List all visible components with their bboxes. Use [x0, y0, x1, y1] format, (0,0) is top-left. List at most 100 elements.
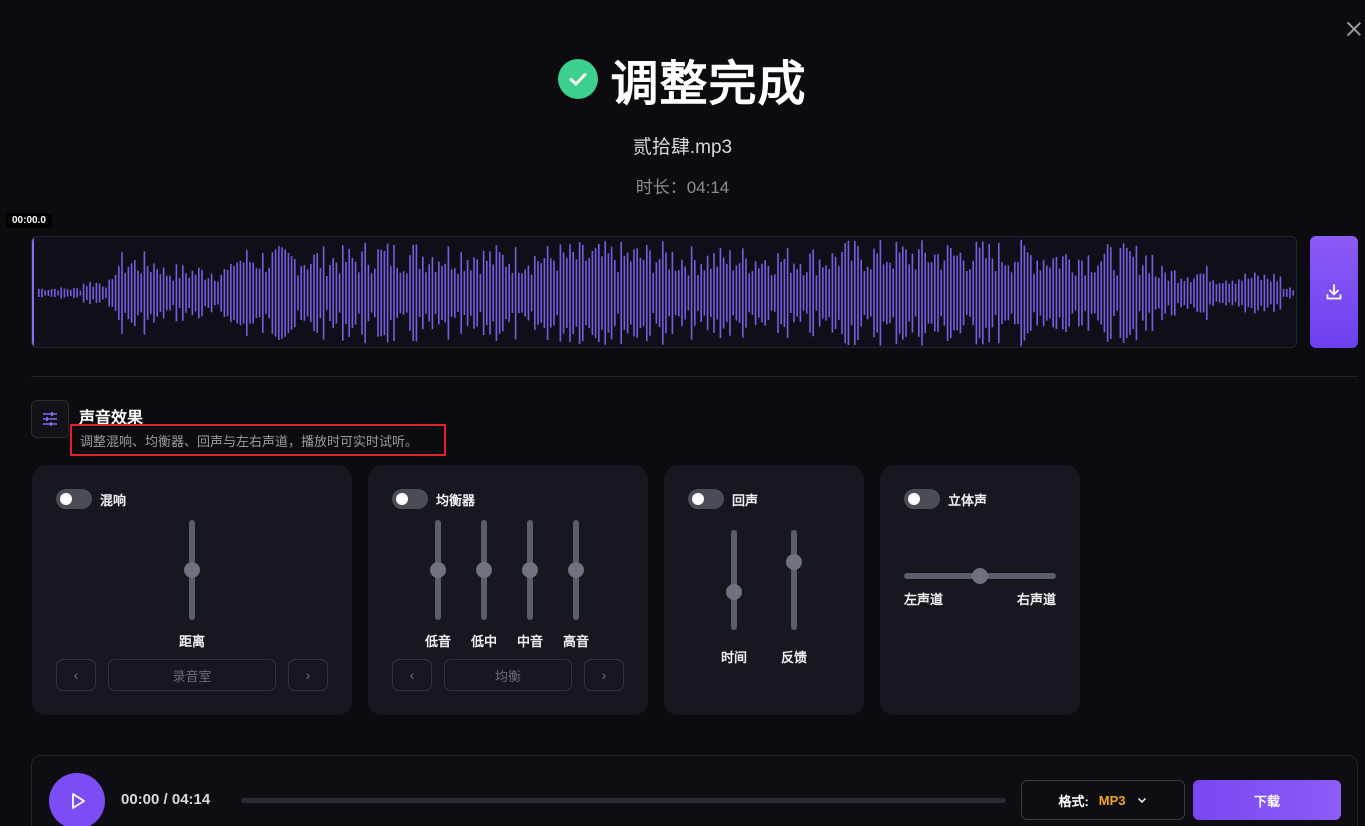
waveform-bar [1142, 265, 1144, 321]
waveform-bar [790, 272, 792, 313]
reverb-distance-slider[interactable] [184, 520, 200, 620]
waveform-bar [249, 262, 251, 324]
waveform-bar [1001, 262, 1003, 324]
waveform-bar [1257, 275, 1259, 311]
waveform-bar [601, 256, 603, 330]
waveform-bar [722, 257, 725, 329]
waveform-bar [79, 290, 82, 296]
waveform-bars [38, 239, 1294, 347]
waveform-bar [815, 275, 818, 311]
waveform-bar [329, 265, 331, 322]
waveform-bar [473, 257, 475, 329]
slider-knob[interactable] [568, 562, 584, 578]
waveform-bar [642, 259, 645, 327]
waveform-bar [447, 246, 450, 340]
eq-next-button[interactable]: › [584, 659, 624, 691]
stereo-balance-slider[interactable] [904, 568, 1056, 584]
format-select[interactable]: 格式: MP3 [1021, 780, 1185, 820]
waveform-bar [1014, 261, 1016, 325]
playback-progress[interactable] [241, 798, 1006, 803]
echo-time-slider[interactable] [726, 530, 742, 630]
waveform-bar [73, 287, 75, 299]
waveform-bar [140, 273, 142, 313]
waveform-bar [377, 249, 379, 337]
eq-band-slider-treble[interactable] [568, 520, 584, 620]
waveform-bar [758, 268, 760, 318]
waveform-bar [1225, 280, 1227, 306]
waveform-bar [1199, 273, 1202, 313]
waveform-bar [1058, 268, 1061, 318]
reverb-card: 混响 距离 ‹ 录音室 › [32, 465, 352, 715]
waveform-bar [521, 273, 523, 313]
waveform-bar [406, 273, 408, 313]
play-icon [72, 793, 85, 809]
slider-knob[interactable] [476, 562, 492, 578]
download-side-button[interactable] [1310, 236, 1358, 348]
waveform-bar [793, 263, 795, 323]
eq-band-slider-low-mid[interactable] [476, 520, 492, 620]
slider-knob[interactable] [972, 568, 988, 584]
playhead-time-tooltip: 00:00.0 [6, 213, 52, 228]
playhead[interactable] [32, 237, 34, 347]
waveform-bar [898, 252, 901, 334]
waveform-bar [658, 259, 661, 327]
waveform-bar [319, 267, 322, 319]
waveform-bar [1017, 261, 1019, 324]
waveform-bar [460, 252, 462, 334]
echo-feedback-slider[interactable] [786, 530, 802, 630]
waveform-bar [882, 264, 885, 322]
waveform-bar [1167, 280, 1170, 306]
eq-prev-button[interactable]: ‹ [392, 659, 432, 691]
waveform-bar [198, 267, 200, 319]
eq-band-slider-mid[interactable] [522, 520, 538, 620]
waveform-bar [870, 269, 872, 317]
download-button[interactable]: 下载 [1193, 780, 1341, 820]
reverb-preset: 录音室 [108, 659, 276, 691]
play-button[interactable] [49, 773, 105, 826]
eq-band-slider-bass[interactable] [430, 520, 446, 620]
slider-knob[interactable] [184, 562, 200, 578]
reverb-toggle[interactable] [56, 489, 92, 509]
stereo-toggle[interactable] [904, 489, 940, 509]
waveform-bar [566, 257, 568, 328]
waveform-bar [338, 273, 341, 313]
waveform-bar [895, 241, 898, 345]
slider-knob[interactable] [726, 584, 742, 600]
waveform-bar [204, 279, 206, 307]
waveform-bar [726, 263, 728, 323]
waveform-bar [383, 250, 386, 336]
waveform-bar [114, 275, 117, 311]
waveform-bar [95, 283, 98, 303]
slider-knob[interactable] [522, 562, 538, 578]
slider-knob[interactable] [786, 554, 802, 570]
waveform[interactable] [31, 236, 1297, 348]
slider-knob[interactable] [430, 562, 446, 578]
waveform-bar [1010, 272, 1013, 314]
waveform-bar [492, 264, 494, 322]
waveform-bar [482, 250, 485, 336]
waveform-bar [470, 270, 472, 316]
player-bar: 00:00 / 04:14 格式: MP3 下载 [31, 755, 1358, 826]
waveform-bar [674, 270, 677, 315]
waveform-bar [1132, 257, 1134, 330]
close-icon[interactable] [1347, 22, 1361, 36]
waveform-bar [982, 241, 984, 345]
waveform-bar [1234, 283, 1237, 303]
waveform-bar [268, 267, 270, 319]
waveform-bar [588, 258, 590, 328]
waveform-bar [1247, 278, 1250, 308]
echo-toggle[interactable] [688, 489, 724, 509]
equalizer-toggle[interactable] [392, 489, 428, 509]
reverb-next-button[interactable]: › [288, 659, 328, 691]
waveform-bar [1113, 270, 1115, 316]
waveform-bar [486, 260, 488, 326]
waveform-bar [361, 251, 363, 335]
waveform-bar [828, 269, 830, 318]
waveform-bar [1263, 274, 1266, 312]
waveform-bar [345, 262, 347, 325]
waveform-bar [194, 274, 197, 312]
reverb-prev-button[interactable]: ‹ [56, 659, 96, 691]
waveform-bar [630, 261, 632, 325]
waveform-bar [66, 289, 69, 297]
waveform-bar [1110, 247, 1112, 339]
